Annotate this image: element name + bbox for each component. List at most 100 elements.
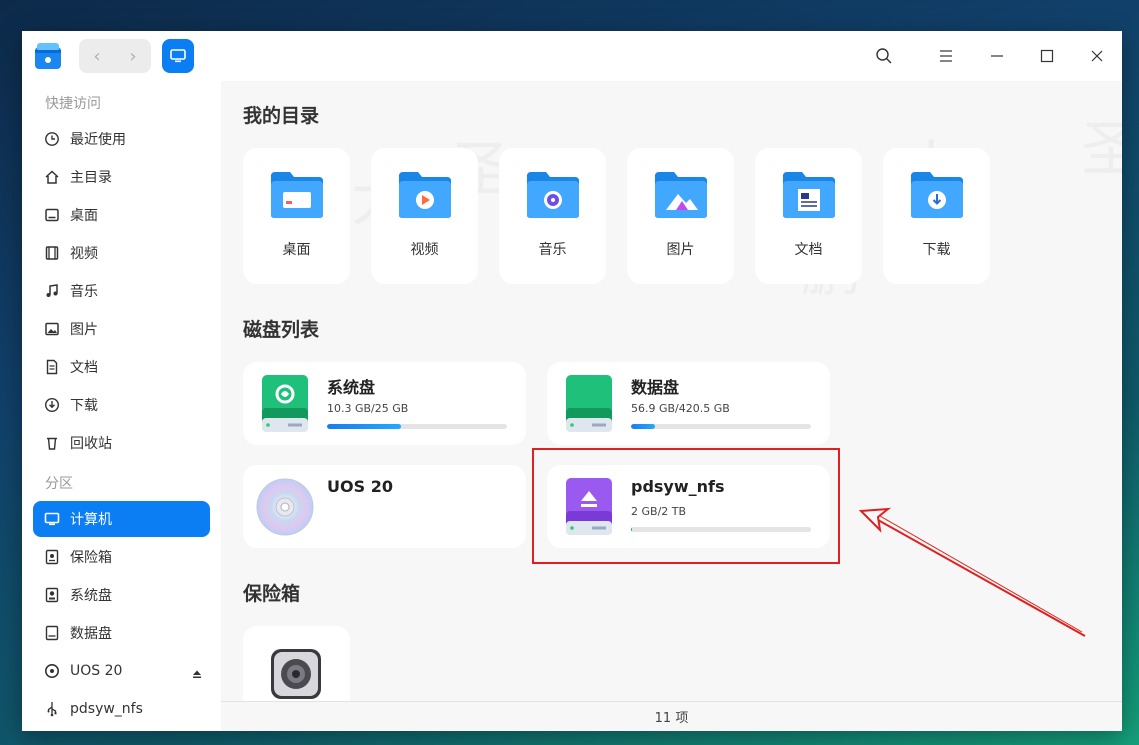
back-button[interactable]: ‹: [79, 39, 115, 73]
maximize-button[interactable]: [1036, 45, 1058, 67]
sidebar-item-label: 系统盘: [70, 588, 112, 604]
sidebar-item-label: 音乐: [70, 284, 98, 300]
disk-usage-fill: [327, 424, 401, 429]
safe-vault-icon: [271, 649, 321, 699]
menu-icon: [940, 50, 952, 62]
sidebar-item-home[interactable]: 主目录: [33, 159, 210, 195]
safe-icon: [44, 549, 60, 565]
sidebar-item-downloads[interactable]: 下载: [33, 387, 210, 423]
sidebar-item-video[interactable]: 视频: [33, 235, 210, 271]
sidebar-item-label: 文档: [70, 360, 98, 376]
image-folder-icon: [655, 172, 707, 218]
sidebar-item-label: 数据盘: [70, 626, 112, 642]
disk-card-data[interactable]: 数据盘 56.9 GB/420.5 GB: [547, 362, 830, 445]
search-icon: [876, 48, 892, 64]
disk-size: 10.3 GB/25 GB: [327, 402, 409, 415]
disk-icon: [44, 587, 60, 603]
sidebar-item-label: 保险箱: [70, 550, 112, 566]
disk-card-uos20[interactable]: UOS 20: [243, 465, 526, 548]
partition-header: 分区: [45, 476, 73, 492]
minimize-icon: [991, 55, 1003, 57]
disk-name: UOS 20: [327, 477, 393, 496]
titlebar: ‹ ›: [22, 31, 1122, 81]
highlight-annotation-box: [532, 448, 840, 564]
sidebar-item-computer[interactable]: 计算机: [33, 501, 210, 537]
eject-icon: [193, 670, 201, 678]
eject-button[interactable]: [192, 664, 202, 683]
dir-label: 桌面: [282, 242, 311, 258]
download-icon: [44, 397, 60, 413]
disk-usage-bar: [631, 424, 811, 429]
dir-card-music[interactable]: 音乐: [499, 148, 606, 284]
sidebar-item-label: 下载: [70, 398, 98, 414]
statusbar: 11 项: [221, 701, 1122, 731]
disk-usage-bar: [327, 424, 507, 429]
sidebar-item-system-disk[interactable]: 系统盘: [33, 577, 210, 613]
dir-card-desktop[interactable]: 桌面: [243, 148, 350, 284]
dir-card-pictures[interactable]: 图片: [627, 148, 734, 284]
chevron-left-icon: ‹: [93, 45, 101, 67]
disk-icon: [44, 625, 60, 641]
home-icon: [44, 169, 60, 185]
sidebar-item-label: 回收站: [70, 436, 112, 452]
watermark: 圣: [1081, 101, 1122, 188]
data-disk-icon: [566, 375, 612, 432]
document-icon: [44, 359, 60, 375]
dir-card-documents[interactable]: 文档: [755, 148, 862, 284]
minimize-button[interactable]: [986, 45, 1008, 67]
document-folder-icon: [783, 172, 835, 218]
search-button[interactable]: [873, 45, 895, 67]
sidebar-item-music[interactable]: 音乐: [33, 273, 210, 309]
sidebar-item-uos20[interactable]: UOS 20: [33, 653, 210, 689]
chevron-right-icon: ›: [129, 45, 137, 67]
sidebar-item-label: UOS 20: [70, 663, 123, 679]
dir-card-video[interactable]: 视频: [371, 148, 478, 284]
forward-button[interactable]: ›: [115, 39, 151, 73]
disk-size: 56.9 GB/420.5 GB: [631, 402, 730, 415]
sidebar-item-label: 视频: [70, 246, 98, 262]
dir-label: 下载: [922, 242, 951, 258]
sidebar-item-recent[interactable]: 最近使用: [33, 121, 210, 157]
sidebar-item-desktop[interactable]: 桌面: [33, 197, 210, 233]
dir-label: 视频: [410, 242, 439, 258]
disk-usage-fill: [631, 424, 656, 429]
safe-title: 保险箱: [243, 583, 301, 605]
dir-label: 文档: [794, 242, 823, 258]
sidebar-item-trash[interactable]: 回收站: [33, 425, 210, 461]
music-folder-icon: [527, 172, 579, 218]
sidebar-item-label: 主目录: [70, 170, 112, 186]
sidebar-item-label: 桌面: [70, 208, 98, 224]
trash-icon: [44, 435, 60, 451]
disk-name: 数据盘: [631, 378, 680, 397]
computer-icon: [44, 511, 60, 527]
image-icon: [44, 321, 60, 337]
sidebar-item-label: 图片: [70, 322, 98, 338]
dir-card-downloads[interactable]: 下载: [883, 148, 990, 284]
video-folder-icon: [399, 172, 451, 218]
sidebar-item-data-disk[interactable]: 数据盘: [33, 615, 210, 651]
sidebar: 快捷访问 最近使用 主目录 桌面 视频 音乐 图片 文档 下载 回收站 分区 计…: [22, 81, 221, 731]
navigation-buttons: ‹ ›: [79, 39, 151, 73]
sidebar-item-pictures[interactable]: 图片: [33, 311, 210, 347]
close-button[interactable]: [1086, 45, 1108, 67]
disk-list-title: 磁盘列表: [243, 319, 320, 341]
cd-icon: [44, 663, 60, 679]
sidebar-item-safe[interactable]: 保险箱: [33, 539, 210, 575]
sidebar-item-pdsyw-nfs[interactable]: pdsyw_nfs: [33, 691, 210, 727]
maximize-icon: [1040, 49, 1054, 63]
sidebar-item-label: 最近使用: [70, 132, 126, 148]
clock-icon: [44, 131, 60, 147]
usb-icon: [44, 701, 60, 717]
download-folder-icon: [911, 172, 963, 218]
disk-card-system[interactable]: 系统盘 10.3 GB/25 GB: [243, 362, 526, 445]
item-count: 11 项: [654, 711, 689, 726]
desktop-icon: [44, 207, 60, 223]
sidebar-item-label: 计算机: [70, 512, 112, 528]
main-content: 大 圣 鹏 大 圣 我的目录 桌面 视频: [221, 81, 1122, 716]
music-icon: [44, 283, 60, 299]
my-directories-title: 我的目录: [243, 105, 320, 127]
computer-breadcrumb-button[interactable]: [162, 39, 194, 73]
dir-label: 音乐: [538, 242, 567, 258]
menu-button[interactable]: [935, 45, 957, 67]
sidebar-item-documents[interactable]: 文档: [33, 349, 210, 385]
